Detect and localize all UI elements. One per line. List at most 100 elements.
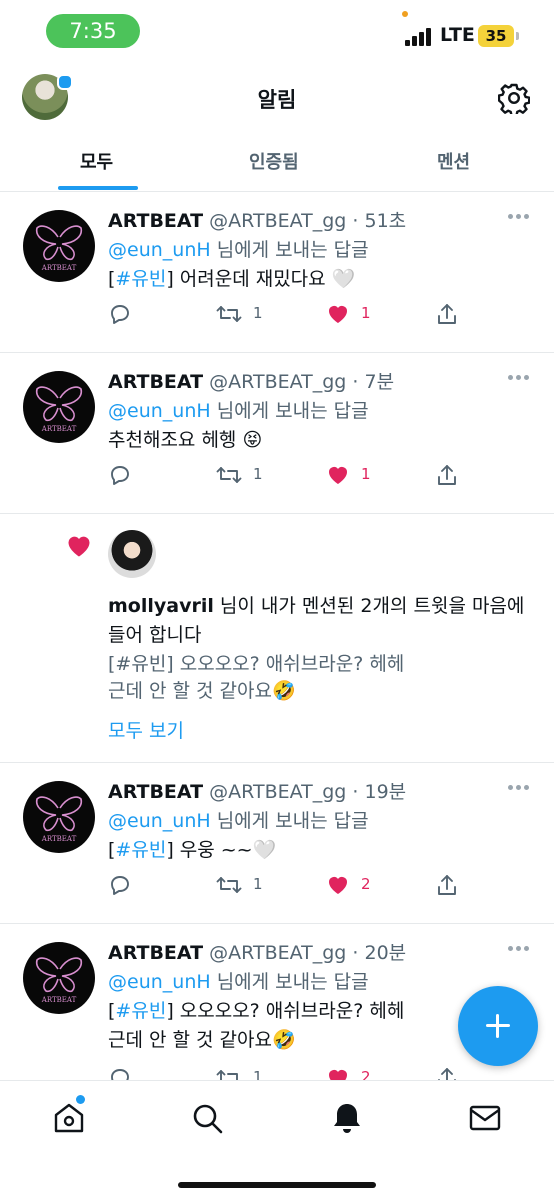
retweet-icon[interactable] xyxy=(216,463,242,487)
author-handle: @ARTBEAT_gg xyxy=(209,781,347,803)
battery-icon: 35 xyxy=(478,25,514,47)
battery-tip xyxy=(516,32,519,40)
search-icon[interactable] xyxy=(190,1101,224,1135)
artbeat-avatar[interactable]: ARTBEAT xyxy=(23,371,95,443)
tweet-header: ARTBEAT @ARTBEAT_gg · 20분 xyxy=(108,938,406,965)
status-bar: 7:35 LTE 35 xyxy=(0,0,554,64)
artbeat-avatar[interactable]: ARTBEAT xyxy=(23,942,95,1014)
notification-text: mollyavril 님이 내가 멘션된 2개의 트윗을 마음에 xyxy=(108,592,524,621)
notification-text-line2: 들어 합니다 xyxy=(108,624,202,646)
quoted-tweet-line2: 근데 안 할 것 같아요🤣 xyxy=(108,680,296,702)
retweet-icon[interactable] xyxy=(216,302,242,326)
retweet-count: 1 xyxy=(253,304,263,322)
hashtag-link[interactable]: #유빈 xyxy=(115,1000,166,1022)
author-handle: @ARTBEAT_gg xyxy=(209,942,347,964)
like-notification[interactable]: mollyavril 님이 내가 멘션된 2개의 트윗을 마음에 들어 합니다 … xyxy=(0,514,554,762)
more-icon[interactable] xyxy=(508,785,530,791)
tweet[interactable]: ARTBEAT ARTBEAT @ARTBEAT_gg · 19분 @eun_u… xyxy=(0,763,554,923)
tweet-text: 추천해조요 헤헹 😝 xyxy=(108,429,263,451)
network-label: LTE xyxy=(440,24,475,46)
tweet-time: 19분 xyxy=(364,781,407,803)
reply-suffix: 님에게 보내는 답글 xyxy=(216,810,369,832)
tweet-text: [#유빈] 어려운데 재밌다요 🤍 xyxy=(108,265,355,294)
artbeat-avatar[interactable]: ARTBEAT xyxy=(23,210,95,282)
plus-icon-vertical xyxy=(496,1014,499,1038)
tweet-header: ARTBEAT @ARTBEAT_gg · 19분 xyxy=(108,777,406,804)
more-icon[interactable] xyxy=(508,946,530,952)
author-name[interactable]: ARTBEAT xyxy=(108,781,203,803)
hashtag-link[interactable]: #유빈 xyxy=(115,839,166,861)
author-name[interactable]: ARTBEAT xyxy=(108,942,203,964)
reply-suffix: 님에게 보내는 답글 xyxy=(216,400,369,422)
reply-handle-link[interactable]: @eun_unH xyxy=(108,400,211,422)
like-count: 1 xyxy=(361,465,371,483)
heart-icon xyxy=(68,536,90,557)
tab-verified[interactable]: 인증됨 xyxy=(249,148,299,174)
reply-icon[interactable] xyxy=(108,873,132,897)
tweet-text-line2: 근데 안 할 것 같아요🤣 xyxy=(108,1029,296,1051)
tab-all[interactable]: 모두 xyxy=(80,148,113,174)
tweet[interactable]: ARTBEAT ARTBEAT @ARTBEAT_gg · 51초 @eun_u… xyxy=(0,192,554,352)
tweet-text: [#유빈] 오오오오? 애쉬브라운? 헤헤 xyxy=(108,997,404,1026)
reply-suffix: 님에게 보내는 답글 xyxy=(216,239,369,261)
heart-icon[interactable] xyxy=(326,302,350,326)
active-tab-indicator xyxy=(58,186,138,190)
svg-text:ARTBEAT: ARTBEAT xyxy=(41,835,77,843)
reply-context: @eun_unH 님에게 보내는 답글 xyxy=(108,806,369,833)
home-icon[interactable] xyxy=(52,1101,86,1135)
author-name[interactable]: ARTBEAT xyxy=(108,371,203,393)
home-indicator xyxy=(178,1182,376,1188)
author-name[interactable]: ARTBEAT xyxy=(108,210,203,232)
reply-icon[interactable] xyxy=(108,302,132,326)
text-post: ] 어려운데 재밌다요 🤍 xyxy=(166,268,356,290)
artbeat-logo: ARTBEAT xyxy=(35,957,83,1004)
gear-icon[interactable] xyxy=(498,82,530,114)
reply-handle-link[interactable]: @eun_unH xyxy=(108,971,211,993)
author-handle: @ARTBEAT_gg xyxy=(209,210,347,232)
separator: · xyxy=(352,210,359,232)
separator: · xyxy=(352,781,359,803)
share-icon[interactable] xyxy=(436,463,458,487)
bell-icon[interactable] xyxy=(330,1101,364,1135)
text-post: ] 우웅 ~~🤍 xyxy=(166,839,277,861)
see-all-link[interactable]: 모두 보기 xyxy=(108,716,184,743)
tweet-text: [#유빈] 우웅 ~~🤍 xyxy=(108,836,276,865)
mail-icon[interactable] xyxy=(468,1101,502,1135)
privacy-indicator xyxy=(402,11,408,17)
reply-handle-link[interactable]: @eun_unH xyxy=(108,239,211,261)
share-icon[interactable] xyxy=(436,302,458,326)
more-icon[interactable] xyxy=(508,214,530,220)
status-time: 7:35 xyxy=(46,14,140,48)
tweet[interactable]: ARTBEAT ARTBEAT @ARTBEAT_gg · 7분 @eun_un… xyxy=(0,353,554,513)
notification-message: 님이 내가 멘션된 2개의 트윗을 마음에 xyxy=(213,595,525,617)
author-handle: @ARTBEAT_gg xyxy=(209,371,347,393)
user-avatar[interactable] xyxy=(108,530,156,578)
reply-context: @eun_unH 님에게 보내는 답글 xyxy=(108,396,369,423)
tweet-time: 20분 xyxy=(364,942,407,964)
liker-username[interactable]: mollyavril xyxy=(108,595,214,617)
share-icon[interactable] xyxy=(436,873,458,897)
compose-button[interactable] xyxy=(458,986,538,1066)
more-icon[interactable] xyxy=(508,375,530,381)
reply-suffix: 님에게 보내는 답글 xyxy=(216,971,369,993)
reply-icon[interactable] xyxy=(108,463,132,487)
retweet-icon[interactable] xyxy=(216,873,242,897)
heart-icon[interactable] xyxy=(326,873,350,897)
reply-context: @eun_unH 님에게 보내는 답글 xyxy=(108,967,369,994)
home-unread-dot xyxy=(76,1095,85,1104)
artbeat-avatar[interactable]: ARTBEAT xyxy=(23,781,95,853)
heart-icon[interactable] xyxy=(326,463,350,487)
svg-text:ARTBEAT: ARTBEAT xyxy=(41,996,77,1004)
retweet-count: 1 xyxy=(253,465,263,483)
svg-text:ARTBEAT: ARTBEAT xyxy=(41,264,77,272)
signal-icon xyxy=(405,28,435,46)
tweet-time: 7분 xyxy=(364,371,395,393)
bottom-nav xyxy=(0,1080,554,1201)
artbeat-logo: ARTBEAT xyxy=(35,796,83,843)
reply-handle-link[interactable]: @eun_unH xyxy=(108,810,211,832)
text-post: ] 오오오오? 애쉬브라운? 헤헤 xyxy=(166,1000,405,1022)
retweet-count: 1 xyxy=(253,875,263,893)
tab-mentions[interactable]: 멘션 xyxy=(437,148,470,174)
hashtag-link[interactable]: #유빈 xyxy=(115,268,166,290)
like-count: 2 xyxy=(361,875,371,893)
